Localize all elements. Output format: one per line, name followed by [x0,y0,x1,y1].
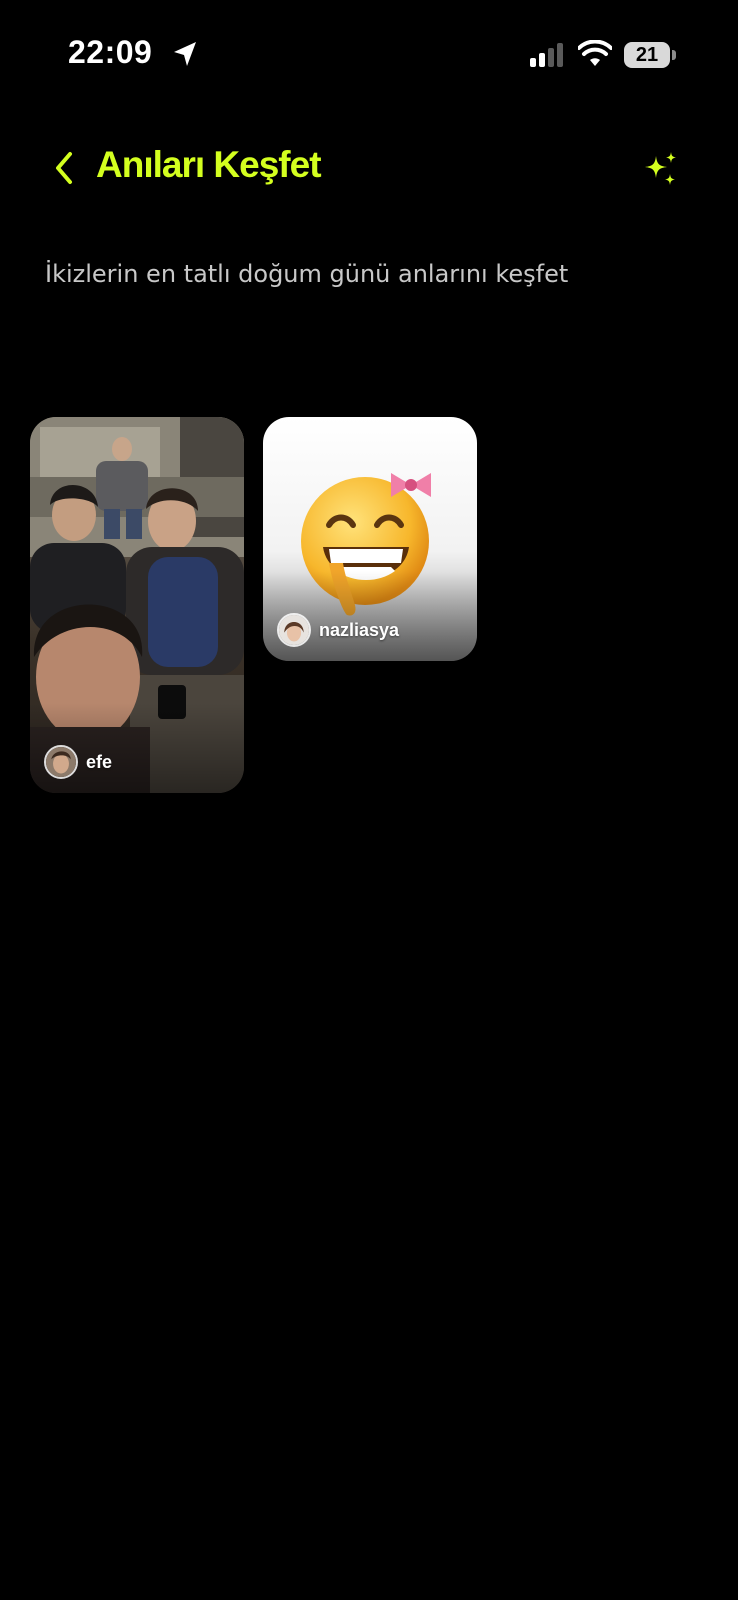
memory-card-nazliasya[interactable]: nazliasya [263,417,477,661]
battery-cap [672,50,676,60]
page-subtitle: İkizlerin en tatlı doğum günü anlarını k… [45,260,569,288]
memory-card-efe[interactable]: efe [30,417,244,793]
status-time: 22:09 [68,34,153,70]
battery-level: 21 [635,44,659,66]
page-title: Anıları Keşfet [96,144,322,185]
avatar[interactable] [44,745,78,779]
location-arrow-icon [174,42,196,66]
avatar-image [279,615,309,645]
username[interactable]: nazliasya [319,620,399,641]
chevron-left-icon[interactable] [48,148,80,188]
status-bar: 22:09 21 [0,0,738,110]
cellular-signal-icon [530,43,563,67]
sparkles-icon[interactable] [640,150,680,190]
card-user-nazliasya: nazliasya [277,613,399,647]
avatar[interactable] [277,613,311,647]
wifi-icon [578,40,612,66]
battery-indicator: 21 [624,42,676,68]
username[interactable]: efe [86,752,112,773]
card-user-efe: efe [44,745,112,779]
avatar-image [46,747,76,777]
